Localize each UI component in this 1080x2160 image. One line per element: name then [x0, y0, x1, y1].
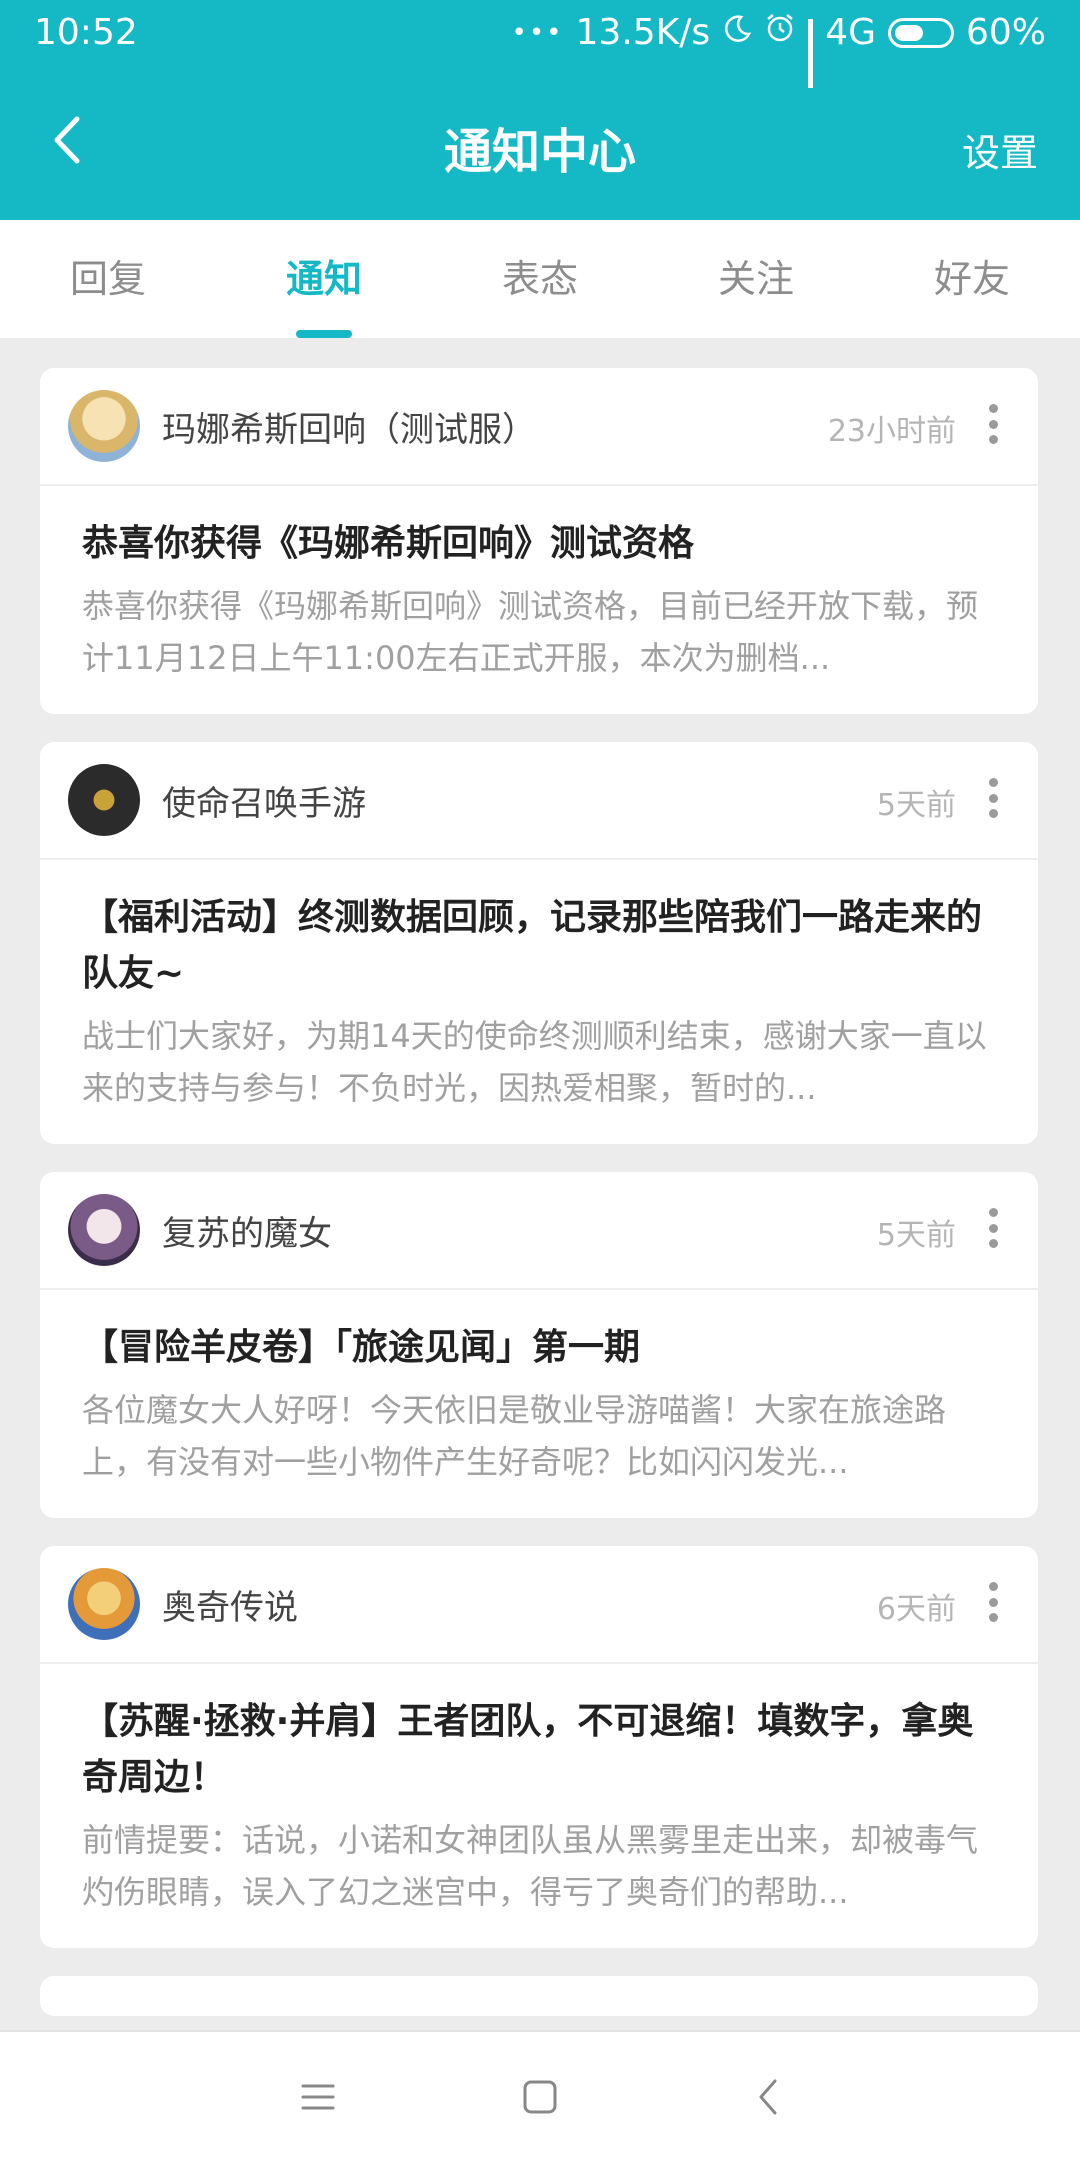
system-navigation-bar [0, 2030, 1080, 2160]
card-body: 恭喜你获得《玛娜希斯回响》测试资格 恭喜你获得《玛娜希斯回响》测试资格，目前已经… [40, 486, 1038, 714]
timestamp: 23小时前 [827, 414, 956, 449]
avatar[interactable] [68, 1194, 140, 1266]
title-bar: 通知中心 设置 [0, 70, 1080, 220]
network-speed: 13.5K/s [575, 12, 711, 53]
timestamp: 5天前 [876, 788, 956, 823]
card-body: 【冒险羊皮卷】「旅途见闻」第一期 各位魔女大人好呀！今天依旧是敬业导游喵酱！大家… [40, 1290, 1038, 1518]
card-snippet: 战士们大家好，为期14天的使命终测顺利结束，感谢大家一直以来的支持与参与！不负时… [82, 1017, 987, 1107]
notification-card[interactable]: 使命召唤手游 5天前 【福利活动】终测数据回顾，记录那些陪我们一路走来的队友~ … [40, 742, 1038, 1144]
more-vertical-icon[interactable] [988, 1582, 998, 1622]
notification-card[interactable]: 玛娜希斯回响（测试服） 23小时前 恭喜你获得《玛娜希斯回响》测试资格 恭喜你获… [40, 368, 1038, 714]
card-header: 复苏的魔女 5天前 [40, 1172, 1038, 1290]
avatar[interactable] [68, 390, 140, 462]
network-type: 4G [825, 12, 876, 53]
notification-card-partial[interactable] [40, 1976, 1038, 2016]
tab-notification[interactable]: 通知 [216, 220, 432, 338]
card-body: 【福利活动】终测数据回顾，记录那些陪我们一路走来的队友~ 战士们大家好，为期14… [40, 860, 1038, 1144]
signal-icon [808, 18, 814, 88]
menu-button[interactable] [288, 2072, 348, 2122]
tab-bar: 回复 通知 表态 关注 好友 [0, 220, 1080, 338]
battery-icon [887, 17, 954, 48]
battery-percent: 60% [965, 12, 1046, 53]
settings-button[interactable]: 设置 [962, 122, 1038, 177]
system-back-icon [759, 2079, 777, 2115]
notification-dots: ••• [511, 17, 564, 48]
tab-follow[interactable]: 关注 [648, 220, 864, 338]
notification-card[interactable]: 奥奇传说 6天前 【苏醒·拯救·并肩】王者团队，不可退缩！填数字，拿奥奇周边！ … [40, 1546, 1038, 1948]
menu-icon [301, 2084, 335, 2110]
card-body: 【苏醒·拯救·并肩】王者团队，不可退缩！填数字，拿奥奇周边！ 前情提要：话说，小… [40, 1664, 1038, 1948]
more-vertical-icon[interactable] [988, 404, 998, 444]
source-name[interactable]: 使命召唤手游 [162, 776, 366, 825]
tab-friends[interactable]: 好友 [864, 220, 1080, 338]
more-vertical-icon[interactable] [988, 1208, 998, 1248]
system-back-button[interactable] [738, 2072, 798, 2122]
tab-reply[interactable]: 回复 [0, 220, 216, 338]
home-button[interactable] [510, 2072, 570, 2122]
timestamp: 5天前 [876, 1218, 956, 1253]
status-indicators: ••• 13.5K/s 4G 60% [511, 12, 1046, 88]
card-title: 【冒险羊皮卷】「旅途见闻」第一期 [82, 1327, 641, 1368]
notification-card[interactable]: 复苏的魔女 5天前 【冒险羊皮卷】「旅途见闻」第一期 各位魔女大人好呀！今天依旧… [40, 1172, 1038, 1518]
tab-reaction[interactable]: 表态 [432, 220, 648, 338]
card-header: 使命召唤手游 5天前 [40, 742, 1038, 860]
source-name[interactable]: 玛娜希斯回响（测试服） [162, 402, 536, 451]
card-snippet: 恭喜你获得《玛娜希斯回响》测试资格，目前已经开放下载，预计11月12日上午11:… [82, 587, 979, 677]
app-header: 10:52 ••• 13.5K/s 4G 60% 通知中心 设置 [0, 0, 1080, 220]
card-title: 【苏醒·拯救·并肩】王者团队，不可退缩！填数字，拿奥奇周边！ [82, 1701, 974, 1798]
avatar[interactable] [68, 764, 140, 836]
notification-list: 玛娜希斯回响（测试服） 23小时前 恭喜你获得《玛娜希斯回响》测试资格 恭喜你获… [40, 368, 1038, 2044]
avatar[interactable] [68, 1568, 140, 1640]
card-header: 玛娜希斯回响（测试服） 23小时前 [40, 368, 1038, 486]
source-name[interactable]: 奥奇传说 [162, 1580, 298, 1629]
status-bar: 10:52 ••• 13.5K/s 4G 60% [0, 0, 1080, 88]
alarm-icon [764, 12, 796, 53]
source-name[interactable]: 复苏的魔女 [162, 1206, 332, 1255]
more-vertical-icon[interactable] [988, 778, 998, 818]
card-snippet: 各位魔女大人好呀！今天依旧是敬业导游喵酱！大家在旅途路上，有没有对一些小物件产生… [82, 1391, 947, 1481]
page-title: 通知中心 [443, 124, 636, 180]
status-time: 10:52 [34, 12, 138, 53]
card-title: 恭喜你获得《玛娜希斯回响》测试资格 [82, 523, 695, 564]
card-header: 奥奇传说 6天前 [40, 1546, 1038, 1664]
timestamp: 6天前 [876, 1592, 956, 1627]
card-snippet: 前情提要：话说，小诺和女神团队虽从黑雾里走出来，却被毒气灼伤眼睛，误入了幻之迷宫… [82, 1821, 979, 1911]
home-square-icon [523, 2080, 557, 2114]
card-title: 【福利活动】终测数据回顾，记录那些陪我们一路走来的队友~ [82, 897, 983, 994]
moon-icon [722, 12, 752, 53]
